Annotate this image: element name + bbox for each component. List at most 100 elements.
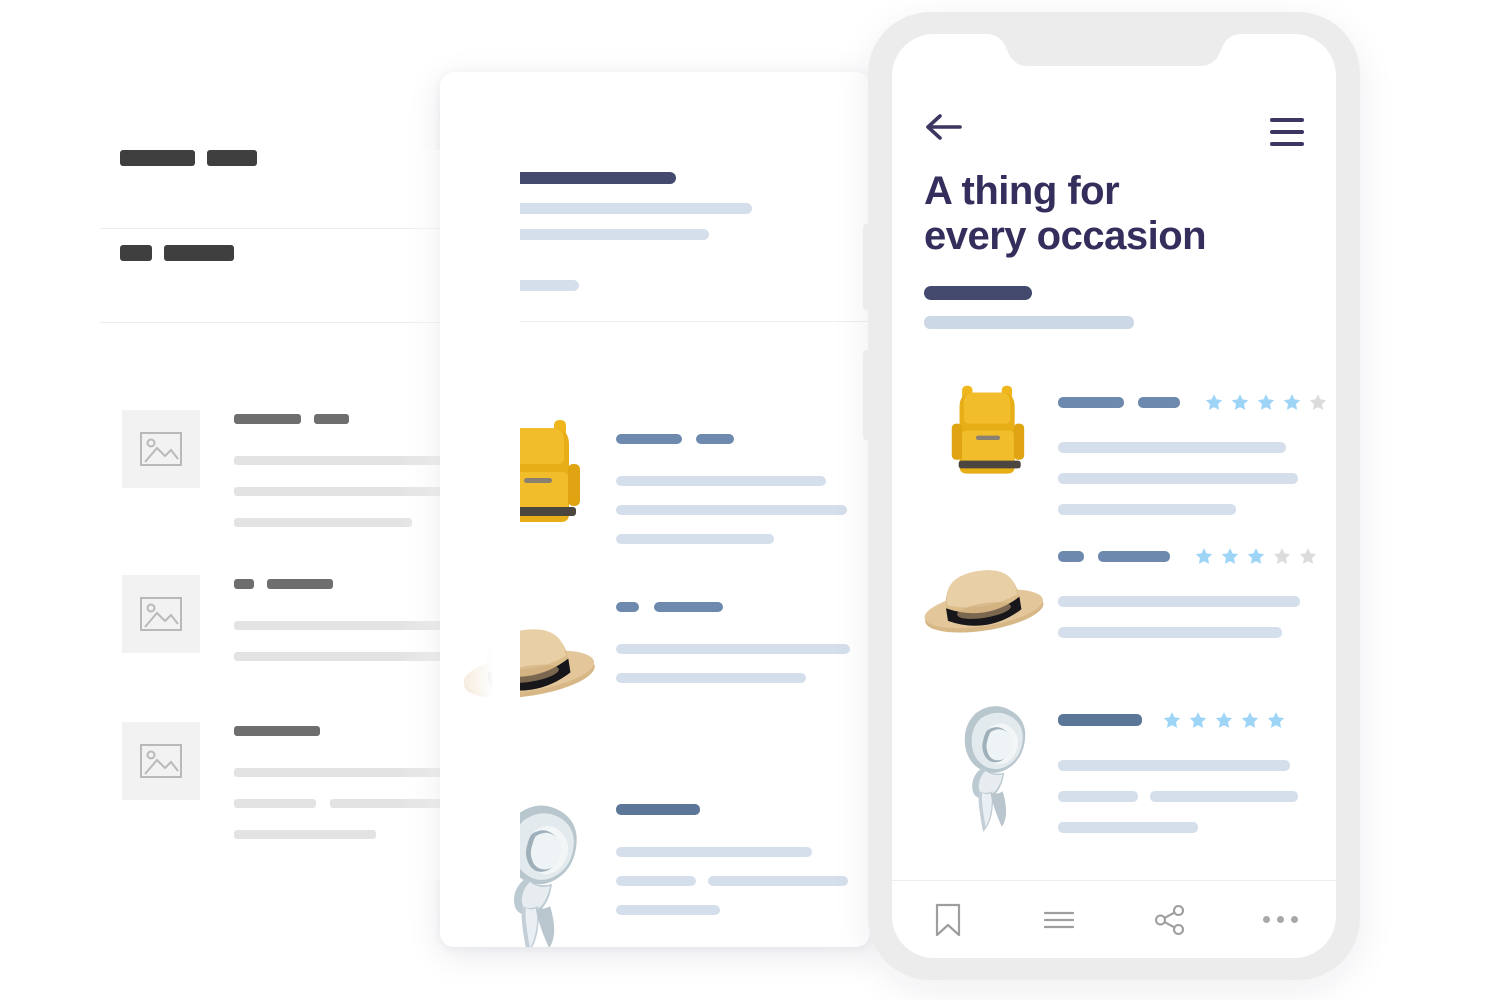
subtitle-secondary-bar: [924, 316, 1134, 329]
product-list: [892, 364, 1336, 874]
phone-notch: [1007, 34, 1221, 66]
hamburger-menu-icon[interactable]: [1270, 118, 1304, 146]
star-icon-empty: [1273, 548, 1291, 564]
item-body-bar: [1058, 822, 1198, 833]
middle-preview-card: [440, 72, 870, 947]
wireframe-body-bar: [234, 799, 316, 808]
yellow-backpack-image: [496, 420, 580, 522]
star-icon-filled: [1221, 548, 1239, 564]
item-title-bar: [616, 602, 639, 612]
wireframe-body-bar: [330, 799, 450, 808]
page-title: A thing for every occasion: [924, 169, 1207, 259]
wireframe-header-bar: [120, 150, 195, 166]
item-body-bar: [616, 876, 696, 886]
star-icon-filled: [1267, 712, 1285, 728]
gray-silk-scarf-image: [505, 805, 577, 947]
bottom-navigation-bar: [892, 880, 1336, 958]
subtitle-accent-bar: [924, 286, 1032, 300]
wireframe-body-bar: [234, 652, 448, 661]
star-rating: [1204, 392, 1328, 412]
wireframe-body-bar: [234, 518, 412, 527]
item-body-bar: [616, 847, 812, 857]
wireframe-body-bar: [234, 487, 446, 496]
header-body-bar: [500, 229, 709, 240]
item-title-bar: [616, 804, 700, 815]
wireframe-title-bar: [267, 579, 333, 589]
item-title-bar: [1058, 396, 1124, 408]
middle-card-list-item[interactable]: [440, 772, 870, 947]
middle-card-divider: [468, 321, 870, 322]
wireframe-header-bar: [120, 245, 152, 261]
wireframe-body-bar: [234, 830, 376, 839]
share-icon: [1154, 904, 1184, 935]
share-nav-button[interactable]: [1114, 904, 1225, 936]
star-icon-filled: [1215, 712, 1233, 728]
list-nav-button[interactable]: [1003, 909, 1114, 931]
wireframe-body-bar: [234, 621, 448, 630]
item-body-bar: [1058, 473, 1298, 484]
image-placeholder-icon: [122, 722, 200, 800]
bookmark-nav-button[interactable]: [892, 903, 1003, 937]
star-icon-filled: [1283, 394, 1301, 410]
header-body-bar: [500, 203, 752, 214]
product-list-item[interactable]: [892, 364, 1336, 524]
wireframe-title-bar: [234, 579, 254, 589]
middle-card-header: [500, 172, 752, 291]
wireframe-title-bar: [234, 726, 320, 736]
gray-silk-scarf-image: [964, 706, 1026, 832]
star-icon-filled: [1241, 712, 1259, 728]
star-icon-filled: [1247, 548, 1265, 564]
item-body-bar: [616, 505, 847, 515]
wireframe-header-bar: [207, 150, 257, 166]
item-title-bar: [696, 434, 734, 444]
wireframe-body-bar: [234, 768, 450, 777]
header-body-bar: [500, 280, 579, 291]
middle-card-list-item[interactable]: [440, 402, 870, 562]
mockup-stage: A thing for every occasion: [0, 0, 1500, 1000]
item-body-bar: [1058, 504, 1236, 515]
product-list-item[interactable]: [892, 524, 1336, 684]
more-nav-button[interactable]: [1225, 916, 1336, 923]
star-icon-empty: [1299, 548, 1317, 564]
app-top-bar: [892, 112, 1336, 158]
item-body-bar: [1150, 791, 1298, 802]
item-body-bar: [616, 534, 774, 544]
star-icon-filled: [1205, 394, 1223, 410]
subtitle-bar-secondary: [924, 316, 1134, 329]
wireframe-header-group-2: [120, 245, 234, 261]
product-list-item[interactable]: [892, 684, 1336, 874]
straw-fedora-hat-image: [463, 629, 595, 699]
star-icon-filled: [1163, 712, 1181, 728]
yellow-backpack-image: [951, 385, 1025, 474]
item-body-bar: [616, 673, 806, 683]
item-title-bar: [1138, 396, 1180, 408]
item-body-bar: [616, 644, 850, 654]
star-icon-empty: [1309, 394, 1327, 410]
wireframe-title-bar: [234, 414, 301, 424]
back-arrow-icon[interactable]: [924, 112, 964, 147]
star-rating: [1162, 710, 1286, 730]
item-body-bar: [1058, 627, 1282, 638]
star-icon-filled: [1189, 712, 1207, 728]
volume-down-button[interactable]: [863, 350, 869, 440]
item-title-bar: [654, 602, 723, 612]
star-icon-filled: [1257, 394, 1275, 410]
wireframe-header-group-1: [120, 150, 257, 166]
wireframe-body-bar: [234, 456, 450, 465]
list-lines-icon: [1043, 911, 1074, 928]
item-body-bar: [1058, 760, 1290, 771]
item-body-bar: [1058, 596, 1300, 607]
wireframe-title-bar: [314, 414, 349, 424]
middle-card-list-item[interactable]: [440, 582, 870, 732]
star-rating: [1194, 546, 1318, 566]
item-body-bar: [708, 876, 848, 886]
phone-mockup: A thing for every occasion: [863, 12, 1360, 980]
item-title-bar: [1058, 714, 1142, 726]
item-title-bar: [616, 434, 682, 444]
bookmark-icon: [935, 903, 960, 936]
star-icon-filled: [1195, 548, 1213, 564]
volume-up-button[interactable]: [863, 224, 869, 310]
more-ellipsis-icon: [1263, 916, 1298, 923]
item-body-bar: [616, 476, 826, 486]
item-body-bar: [616, 905, 720, 915]
